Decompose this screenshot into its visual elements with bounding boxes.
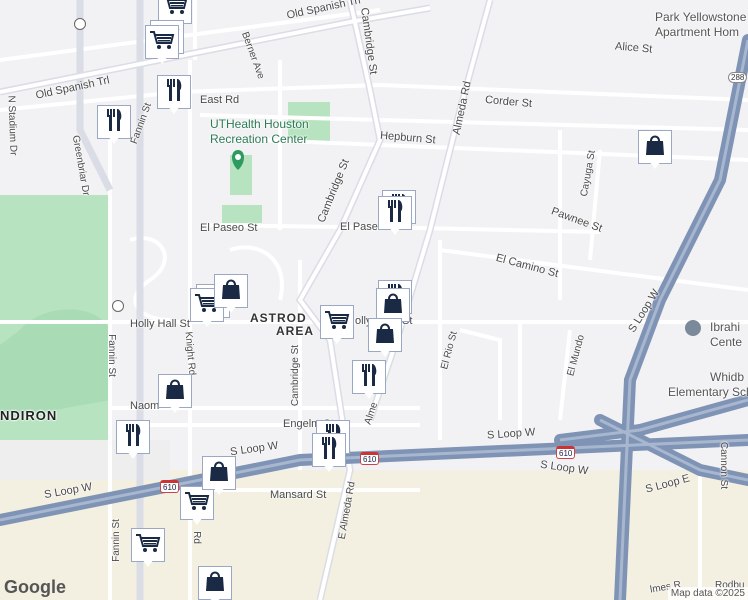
area-astrodome-2: AREA [276,324,315,338]
street-mansard-st: Mansard St [270,489,327,501]
restaurant-pin[interactable] [352,360,386,400]
shopping-bag-icon [375,322,395,349]
grocery-pin[interactable] [131,528,165,568]
shop-pin[interactable] [158,374,192,414]
us-288-shield: 288 [728,72,748,83]
restaurant-icon [105,108,123,136]
place-recreation-center[interactable]: UTHealth Houston Recreation Center [210,117,309,147]
shopping-bag-icon [383,292,403,319]
shop-pin[interactable] [214,274,248,314]
shop-pin[interactable] [368,318,402,358]
shopping-bag-icon [645,134,665,161]
interstate-610-shield: 610 [160,480,180,493]
street-cannon-st: Cannon St [718,441,730,490]
transit-stop-icon[interactable] [112,300,124,312]
place-park-yellowstone[interactable]: Park Yellowstone Apartment Hom [655,10,746,40]
shopping-bag-icon [165,378,185,405]
shopping-bag-icon [205,570,225,597]
street-naomi: Naom [130,400,160,412]
map-base-layer [0,0,748,600]
street-fannin-st-mid: Fannin St [105,334,117,377]
place-ibrahim[interactable]: Ibrahi Cente [710,320,742,350]
place-icon [685,320,701,336]
restaurant-icon [360,363,378,391]
shopping-cart-icon [149,30,175,55]
shopping-cart-icon [135,533,161,558]
grocery-pin[interactable] [145,25,179,65]
street-east-rd: East Rd [200,94,240,106]
restaurant-pin[interactable] [97,105,131,145]
interstate-610-shield: 610 [556,446,576,459]
shop-pin[interactable] [202,456,236,496]
area-ndiron: NDIRON [0,408,58,423]
place-whidby-top[interactable]: Whidb [710,370,744,384]
restaurant-pin[interactable] [312,433,346,473]
restaurant-icon [124,423,142,451]
street-holly-hall-st: Holly Hall St [130,318,190,330]
area-astrodome-1: ASTROD [250,311,307,325]
restaurant-pin[interactable] [378,196,412,236]
shopping-cart-icon [162,0,188,20]
street-el-paseo-right: El Pase [340,221,378,233]
interstate-610-shield: 610 [360,452,380,465]
restaurant-icon [320,436,338,464]
transit-stop-icon[interactable] [74,18,86,30]
shopping-bag-icon [221,278,241,305]
map-canvas[interactable]: Old Spanish Trl Old Spanish Trl Berner A… [0,0,748,600]
map-data-attribution[interactable]: Map data ©2025 [667,587,748,600]
street-el-paseo-st: El Paseo St [200,222,258,234]
place-whidby-school[interactable]: Elementary School [668,385,748,399]
restaurant-icon [386,199,404,227]
restaurant-pin[interactable] [116,420,150,460]
shop-pin[interactable] [198,566,232,600]
shopping-cart-icon [324,310,350,335]
street-n-stadium-dr: N Stadium Dr [5,95,19,156]
restaurant-icon [165,78,183,106]
street-rd-fragment: Rd [190,531,202,544]
google-logo: Google [4,577,66,597]
shop-pin[interactable] [638,130,672,170]
street-fannin-st-bottom: Fannin St [110,519,122,562]
street-cambridge-st-bottom: Cambridge St [290,344,302,407]
shopping-bag-icon [209,460,229,487]
restaurant-pin[interactable] [157,75,191,115]
grocery-pin[interactable] [320,305,354,345]
